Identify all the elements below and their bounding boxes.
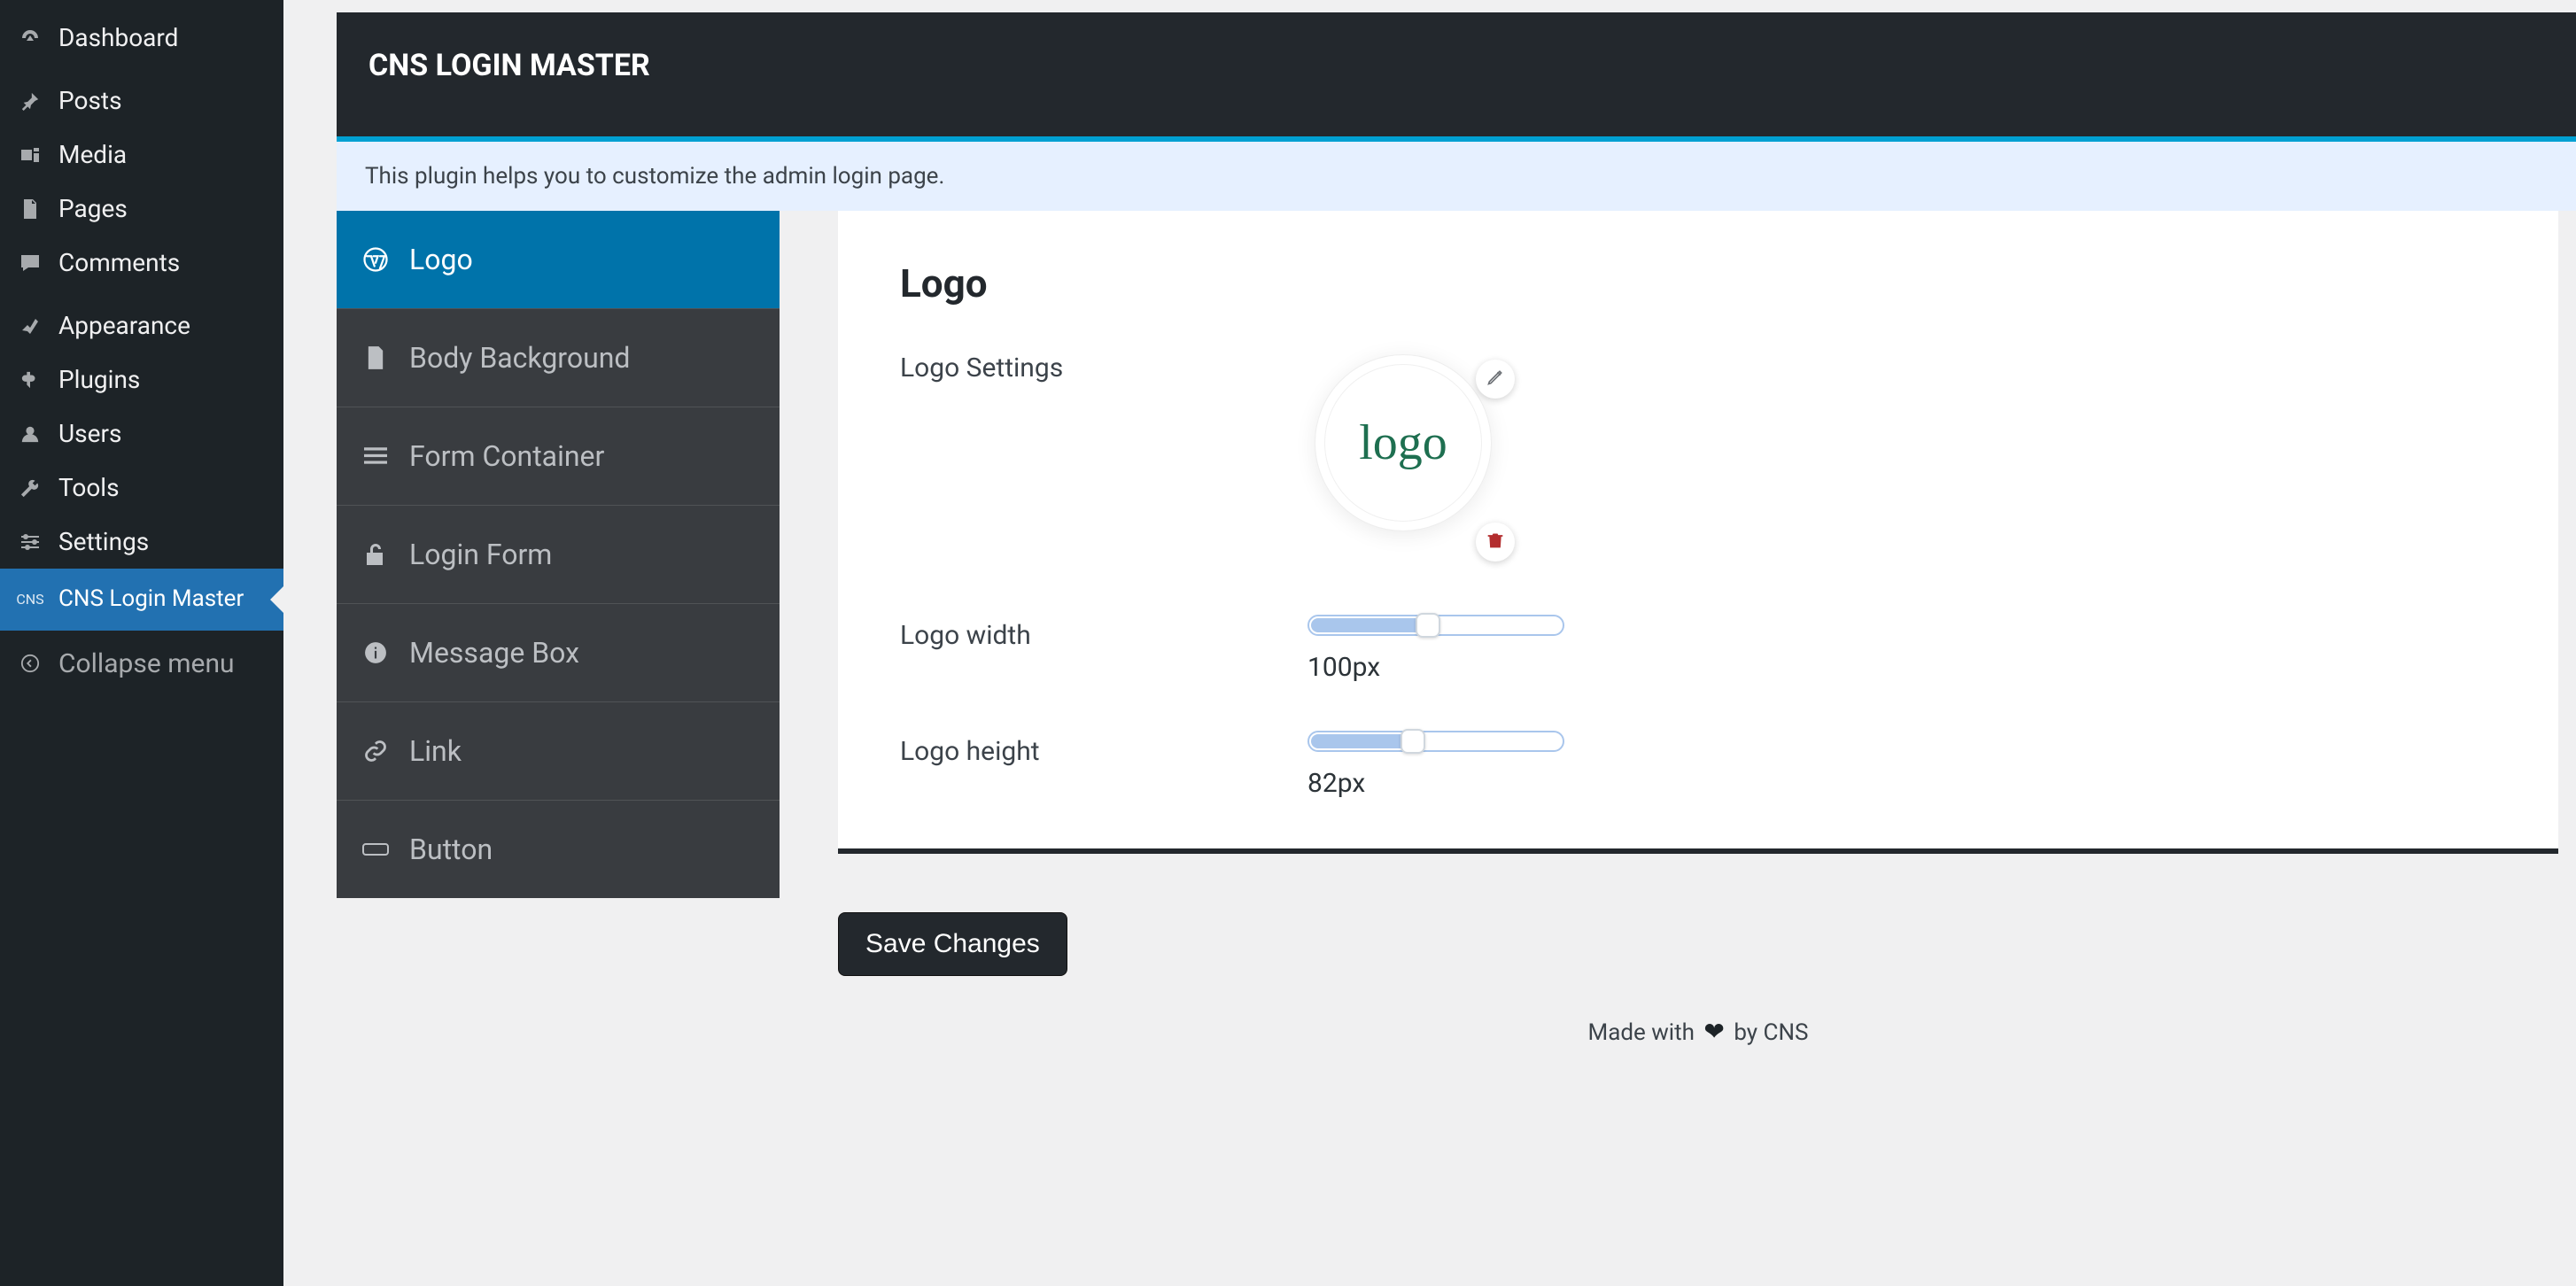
logo-height-slider[interactable] (1307, 731, 1564, 752)
sidebar-item-settings[interactable]: Settings (0, 515, 283, 569)
plugin-notice-text: This plugin helps you to customize the a… (365, 163, 944, 190)
comments-icon (16, 253, 44, 273)
link-icon (361, 739, 390, 763)
sidebar-item-pages[interactable]: Pages (0, 182, 283, 236)
tab-link[interactable]: Link (337, 702, 780, 801)
tab-form-container[interactable]: Form Container (337, 407, 780, 506)
pages-icon (16, 198, 44, 220)
sidebar-item-media[interactable]: Media (0, 128, 283, 182)
info-icon (361, 641, 390, 664)
tab-label: Button (409, 833, 493, 866)
logo-delete-button[interactable] (1476, 523, 1515, 562)
cns-plugin-icon: CNS (16, 591, 44, 608)
tab-label: Message Box (409, 636, 579, 670)
sidebar-item-posts[interactable]: Posts (0, 74, 283, 128)
sidebar-item-dashboard[interactable]: Dashboard (0, 11, 283, 65)
logo-height-label: Logo height (900, 731, 1272, 767)
logo-width-value: 100px (1307, 652, 1564, 683)
footer-credit: Made with ❤ by CNS (838, 1017, 2558, 1046)
sidebar-item-label: Pages (58, 194, 128, 223)
settings-icon (16, 533, 44, 551)
plugin-content: CNS LOGIN MASTER This plugin helps you t… (283, 0, 2576, 1286)
lock-icon (361, 542, 390, 567)
sidebar-item-label: Media (58, 140, 127, 169)
trash-icon (1486, 529, 1504, 555)
sidebar-item-label: Comments (58, 248, 180, 277)
tab-label: Body Background (409, 341, 630, 375)
tab-body-background[interactable]: Body Background (337, 309, 780, 407)
tab-label: Logo (409, 243, 473, 276)
logo-settings-label: Logo Settings (900, 347, 1272, 383)
footer-prefix: Made with (1588, 1019, 1695, 1046)
plugin-tabs: Logo Body Background Form Container Logi… (337, 211, 780, 898)
tab-message-box[interactable]: Message Box (337, 604, 780, 702)
logo-settings-panel: Logo Logo Settings logo (838, 211, 2558, 854)
save-changes-button[interactable]: Save Changes (838, 912, 1067, 976)
pencil-icon (1486, 366, 1504, 392)
panel-heading: Logo (900, 260, 2496, 306)
appearance-icon (16, 315, 44, 337)
sidebar-item-users[interactable]: Users (0, 407, 283, 461)
hamburger-icon (361, 446, 390, 466)
document-icon (361, 345, 390, 370)
sidebar-item-label: Plugins (58, 365, 140, 394)
logo-edit-button[interactable] (1476, 360, 1515, 399)
wordpress-icon (361, 246, 390, 273)
tab-login-form[interactable]: Login Form (337, 506, 780, 604)
collapse-label: Collapse menu (58, 648, 235, 679)
dashboard-icon (16, 27, 44, 49)
footer-suffix: by CNS (1734, 1019, 1808, 1046)
sidebar-item-label: Appearance (58, 311, 190, 340)
tools-icon (16, 478, 44, 498)
sidebar-item-label: Settings (58, 527, 149, 556)
heart-icon: ❤ (1700, 1017, 1727, 1046)
logo-height-value: 82px (1307, 768, 1564, 799)
sidebar-item-comments[interactable]: Comments (0, 236, 283, 290)
tab-label: Form Container (409, 439, 604, 473)
logo-width-label: Logo width (900, 615, 1272, 651)
tab-logo[interactable]: Logo (337, 211, 780, 309)
sidebar-item-label: Tools (58, 473, 120, 502)
plugins-icon (16, 370, 44, 390)
sidebar-item-appearance[interactable]: Appearance (0, 298, 283, 352)
plugin-title: CNS LOGIN MASTER (369, 48, 650, 83)
users-icon (16, 424, 44, 444)
plugin-header: CNS LOGIN MASTER (337, 12, 2576, 142)
sidebar-collapse-toggle[interactable]: Collapse menu (0, 636, 283, 692)
collapse-icon (16, 654, 44, 673)
media-icon (16, 146, 44, 164)
tab-button[interactable]: Button (337, 801, 780, 898)
tab-label: Link (409, 734, 462, 768)
sidebar-item-cns-login-master[interactable]: CNS CNS Login Master (0, 569, 283, 631)
wp-admin-sidebar: Dashboard Posts Media Pages Comments App… (0, 0, 283, 1286)
button-icon (361, 840, 390, 859)
logo-width-slider[interactable] (1307, 615, 1564, 636)
pin-icon (16, 91, 44, 111)
sidebar-item-plugins[interactable]: Plugins (0, 352, 283, 407)
plugin-notice: This plugin helps you to customize the a… (337, 142, 2576, 211)
sidebar-item-label: Users (58, 419, 121, 448)
sidebar-item-label: CNS Login Master (58, 585, 244, 615)
logo-preview-image: logo (1315, 354, 1492, 531)
sidebar-item-label: Dashboard (58, 23, 178, 52)
logo-preview: logo (1307, 354, 1520, 567)
tab-label: Login Form (409, 538, 552, 571)
sidebar-item-tools[interactable]: Tools (0, 461, 283, 515)
sidebar-item-label: Posts (58, 86, 122, 115)
